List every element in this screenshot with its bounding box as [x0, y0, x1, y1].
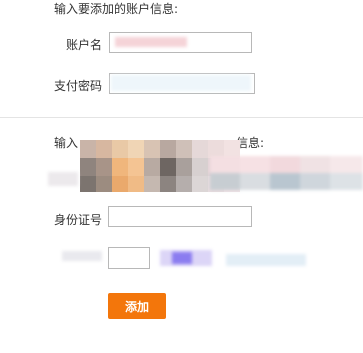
id-number-input[interactable] [108, 206, 252, 227]
payment-password-label: 支付密码 [54, 79, 103, 93]
redacted-account-name [115, 37, 187, 47]
section-title-account-info: 输入要添加的账户信息: [54, 2, 179, 16]
account-name-field-wrap [109, 32, 252, 53]
redacted-row-label [62, 251, 102, 261]
redacted-password [111, 75, 251, 91]
id-number-label: 身份证号 [54, 213, 103, 227]
account-name-label: 账户名 [65, 38, 102, 52]
redacted-row-image [172, 252, 192, 264]
redacted-left-fragment [48, 172, 78, 186]
payment-password-field-wrap [109, 73, 255, 94]
add-button[interactable]: 添加 [108, 293, 166, 319]
redacted-row-input[interactable] [108, 247, 150, 269]
redacted-row-link [226, 254, 306, 266]
section-divider [0, 117, 363, 118]
section-title-prefix: 输入 [54, 136, 79, 150]
redacted-right-fragment [210, 156, 363, 190]
section-title-suffix: 信息: [236, 136, 265, 150]
